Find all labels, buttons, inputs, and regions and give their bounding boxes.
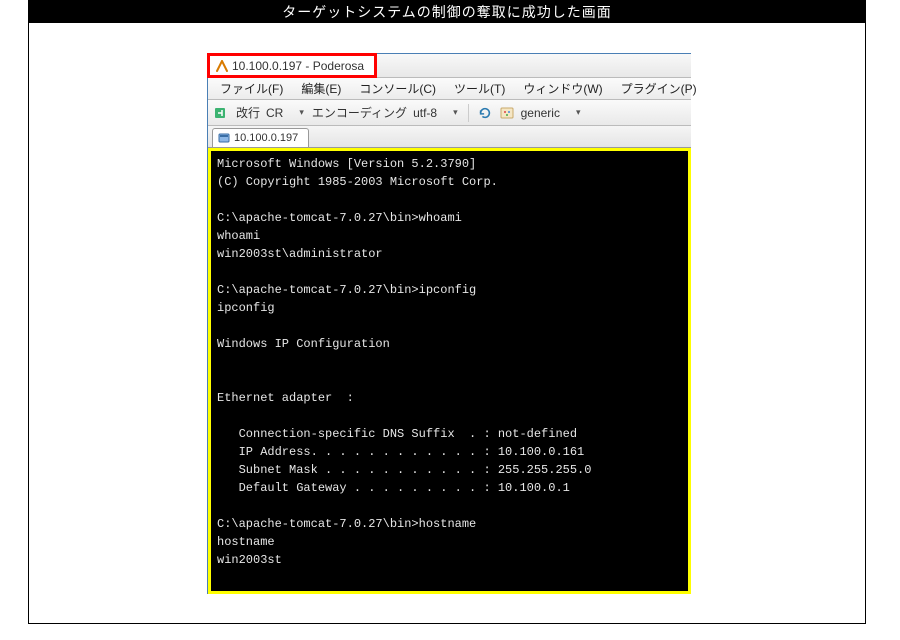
menu-plugin[interactable]: プラグイン(P) [613,78,705,99]
generic-dropdown[interactable]: generic [521,106,568,120]
terminal-tab[interactable]: 10.100.0.197 [212,128,309,147]
figure-frame: ターゲットシステムの制御の奪取に成功した画面 10.100.0.197 - Po… [28,0,866,624]
toolbar-separator [468,104,469,122]
terminal-tab-bar: 10.100.0.197 [208,126,691,148]
poderosa-window: 10.100.0.197 - Poderosa ファイル(F) 編集(E) コン… [207,53,691,594]
menu-edit[interactable]: 編集(E) [293,78,349,99]
menu-bar: ファイル(F) 編集(E) コンソール(C) ツール(T) ウィンドウ(W) プ… [208,78,691,100]
menu-console[interactable]: コンソール(C) [351,78,444,99]
figure-content: 10.100.0.197 - Poderosa ファイル(F) 編集(E) コン… [29,23,865,623]
toolbar: 改行 CR ▾ エンコーディング utf-8 ▾ [208,100,691,126]
encoding-dropdown-icon[interactable]: ▾ [451,107,460,118]
figure-caption: ターゲットシステムの制御の奪取に成功した画面 [29,1,865,23]
window-title-text: 10.100.0.197 - Poderosa [232,59,364,73]
terminal-tab-icon [218,132,230,144]
poderosa-icon [216,60,228,72]
newline-value[interactable]: CR [266,106,291,120]
newline-icon[interactable] [214,105,230,121]
newline-dropdown-icon[interactable]: ▾ [297,107,306,118]
menu-window[interactable]: ウィンドウ(W) [515,78,610,99]
newline-label: 改行 [236,104,260,121]
menu-file[interactable]: ファイル(F) [212,78,291,99]
terminal-output[interactable]: Microsoft Windows [Version 5.2.3790] (C)… [211,151,688,591]
encoding-value[interactable]: utf-8 [413,106,445,120]
encoding-label: エンコーディング [312,104,407,121]
generic-dropdown-icon[interactable]: ▾ [574,107,583,118]
terminal-highlight-frame: Microsoft Windows [Version 5.2.3790] (C)… [208,148,691,594]
palette-icon[interactable] [499,105,515,121]
window-title-tab: 10.100.0.197 - Poderosa [207,53,377,78]
menu-tool[interactable]: ツール(T) [446,78,513,99]
window-titlebar: 10.100.0.197 - Poderosa [208,54,691,78]
refresh-icon[interactable] [477,105,493,121]
terminal-tab-label: 10.100.0.197 [234,132,298,144]
